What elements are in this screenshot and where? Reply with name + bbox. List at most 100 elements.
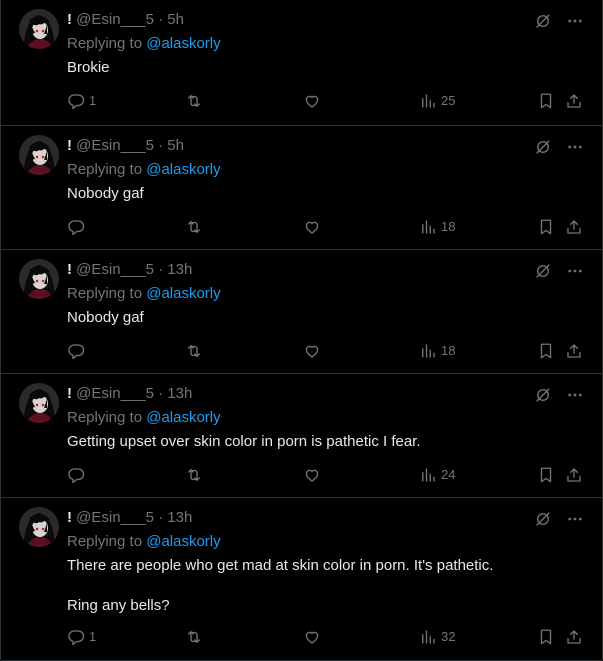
- handle[interactable]: @Esin___5: [76, 509, 154, 526]
- separator: ·: [158, 385, 164, 402]
- display-name[interactable]: !: [67, 261, 72, 278]
- views-button[interactable]: 18: [419, 342, 455, 360]
- mention-link[interactable]: @alaskorly: [146, 409, 220, 426]
- reply-button[interactable]: [67, 466, 89, 484]
- retweet-icon: [185, 466, 203, 484]
- avatar[interactable]: [19, 135, 59, 175]
- tweet-text: There are people who get mad at skin col…: [67, 556, 587, 616]
- tweet-text-line: Ring any bells?: [67, 597, 170, 614]
- tweet[interactable]: ! @Esin___5 · 5h Replying to @alaskorly No…: [1, 126, 602, 250]
- views-button[interactable]: 25: [419, 92, 455, 110]
- reply-icon: [67, 218, 85, 236]
- more-icon[interactable]: [566, 510, 584, 533]
- bookmark-button[interactable]: [537, 628, 555, 646]
- view-count: 32: [441, 629, 456, 644]
- views-icon: [419, 342, 437, 360]
- retweet-button[interactable]: [185, 342, 203, 360]
- views-button[interactable]: 32: [419, 628, 455, 646]
- tweet-header: ! @Esin___5 · 5h: [67, 10, 184, 30]
- grok-icon[interactable]: [534, 262, 552, 285]
- bookmark-button[interactable]: [537, 218, 555, 236]
- retweet-button[interactable]: [185, 628, 203, 646]
- reply-icon: [67, 92, 85, 110]
- retweet-icon: [185, 92, 203, 110]
- more-icon[interactable]: [566, 138, 584, 161]
- display-name[interactable]: !: [67, 11, 72, 28]
- mention-link[interactable]: @alaskorly: [146, 35, 220, 52]
- tweet[interactable]: ! @Esin___5 · 13h Replying to @alaskorly N…: [1, 250, 602, 374]
- share-button[interactable]: [565, 92, 583, 110]
- tweet-text-line: Nobody gaf: [67, 185, 144, 202]
- retweet-button[interactable]: [185, 92, 203, 110]
- tweet[interactable]: ! @Esin___5 · 5h Replying to @alaskorly Br…: [1, 0, 602, 126]
- share-button[interactable]: [565, 342, 583, 360]
- handle[interactable]: @Esin___5: [76, 385, 154, 402]
- reply-button[interactable]: 1: [67, 92, 96, 110]
- avatar[interactable]: [19, 9, 59, 49]
- like-button[interactable]: [303, 92, 321, 110]
- mention-link[interactable]: @alaskorly: [146, 161, 220, 178]
- replying-prefix: Replying to: [67, 409, 143, 426]
- reply-button[interactable]: [67, 342, 89, 360]
- heart-icon: [303, 92, 321, 110]
- reply-button[interactable]: [67, 218, 89, 236]
- avatar[interactable]: [19, 259, 59, 299]
- grok-icon[interactable]: [534, 138, 552, 161]
- grok-icon[interactable]: [534, 386, 552, 409]
- timestamp[interactable]: 13h: [167, 261, 192, 278]
- view-count: 18: [441, 219, 456, 234]
- like-button[interactable]: [303, 218, 321, 236]
- separator: ·: [158, 261, 164, 278]
- more-icon[interactable]: [566, 12, 584, 35]
- views-button[interactable]: 24: [419, 466, 455, 484]
- avatar[interactable]: [19, 507, 59, 547]
- replying-prefix: Replying to: [67, 161, 143, 178]
- handle[interactable]: @Esin___5: [76, 11, 154, 28]
- display-name[interactable]: !: [67, 137, 72, 154]
- mention-link[interactable]: @alaskorly: [146, 285, 220, 302]
- tweet-text: Getting upset over skin color in porn is…: [67, 432, 587, 452]
- like-button[interactable]: [303, 466, 321, 484]
- share-button[interactable]: [565, 218, 583, 236]
- share-icon: [565, 466, 583, 484]
- replying-to: Replying to @alaskorly: [67, 408, 221, 428]
- timestamp[interactable]: 5h: [167, 11, 184, 28]
- tweet-header: ! @Esin___5 · 13h: [67, 384, 192, 404]
- bookmark-button[interactable]: [537, 92, 555, 110]
- bookmark-icon: [537, 342, 555, 360]
- replying-to: Replying to @alaskorly: [67, 34, 221, 54]
- views-icon: [419, 218, 437, 236]
- display-name[interactable]: !: [67, 509, 72, 526]
- like-button[interactable]: [303, 342, 321, 360]
- views-button[interactable]: 18: [419, 218, 455, 236]
- bookmark-button[interactable]: [537, 466, 555, 484]
- handle[interactable]: @Esin___5: [76, 261, 154, 278]
- reply-timeline: ! @Esin___5 · 5h Replying to @alaskorly Br…: [0, 0, 603, 661]
- heart-icon: [303, 466, 321, 484]
- timestamp[interactable]: 5h: [167, 137, 184, 154]
- avatar[interactable]: [19, 383, 59, 423]
- bookmark-button[interactable]: [537, 342, 555, 360]
- grok-icon[interactable]: [534, 510, 552, 533]
- views-icon: [419, 92, 437, 110]
- tweet[interactable]: ! @Esin___5 · 13h Replying to @alaskorly G…: [1, 374, 602, 498]
- mention-link[interactable]: @alaskorly: [146, 533, 220, 550]
- views-icon: [419, 466, 437, 484]
- retweet-button[interactable]: [185, 218, 203, 236]
- more-icon[interactable]: [566, 386, 584, 409]
- timestamp[interactable]: 13h: [167, 509, 192, 526]
- heart-icon: [303, 628, 321, 646]
- display-name[interactable]: !: [67, 385, 72, 402]
- timestamp[interactable]: 13h: [167, 385, 192, 402]
- more-icon[interactable]: [566, 262, 584, 285]
- share-button[interactable]: [565, 466, 583, 484]
- retweet-button[interactable]: [185, 466, 203, 484]
- share-button[interactable]: [565, 628, 583, 646]
- handle[interactable]: @Esin___5: [76, 137, 154, 154]
- heart-icon: [303, 218, 321, 236]
- like-button[interactable]: [303, 628, 321, 646]
- tweet-text: Nobody gaf: [67, 308, 587, 328]
- grok-icon[interactable]: [534, 12, 552, 35]
- tweet[interactable]: ! @Esin___5 · 13h Replying to @alaskorly T…: [1, 498, 602, 661]
- reply-button[interactable]: 1: [67, 628, 96, 646]
